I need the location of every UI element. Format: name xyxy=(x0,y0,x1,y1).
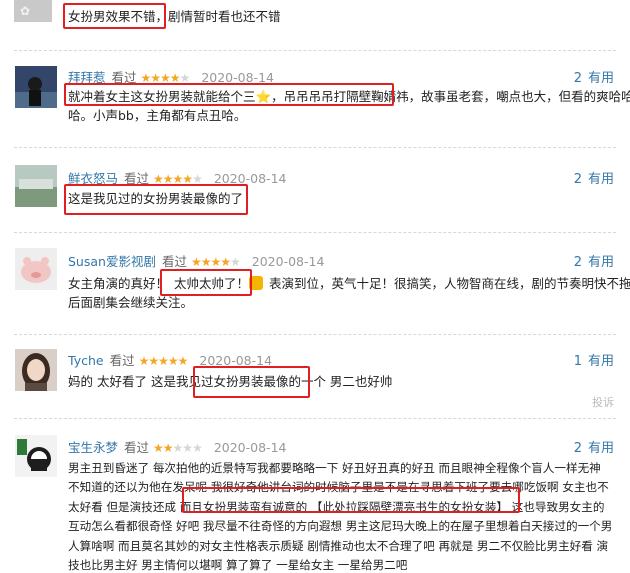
useful-count: 2 xyxy=(573,255,582,270)
review-date: 2020-08-14 xyxy=(251,254,325,269)
review-content: 女扮男效果不错，剧情暂时看也还不错 xyxy=(68,9,281,24)
review-meta: 拜拜惹 看过 ★★★★★ 2020-08-14 xyxy=(68,67,274,85)
report-link[interactable]: 投诉 xyxy=(592,394,614,410)
rating-stars: ★★★★★ xyxy=(190,255,241,269)
useful-count: 2 xyxy=(573,441,582,456)
username-link[interactable]: Tyche xyxy=(68,353,104,368)
rating-stars: ★★★★★ xyxy=(153,441,203,455)
review-meta: Tyche 看过 ★★★★★ 2020-08-14 xyxy=(68,350,272,368)
review-date: 2020-08-14 xyxy=(213,171,287,186)
avatar-image xyxy=(15,165,57,207)
avatar[interactable]: ✿ xyxy=(14,0,52,22)
review-content: 就冲着女主这女扮男装就能给个三⭐，吊吊吊吊打隔壁鞠婧祎，故事虽老套，嘲点也大，但… xyxy=(68,89,630,123)
watched-label: 看过 xyxy=(124,440,150,455)
useful-button[interactable]: 2 有用 xyxy=(574,251,614,270)
username-link[interactable]: 拜拜惹 xyxy=(68,70,106,85)
useful-count: 2 xyxy=(573,172,582,187)
review-meta: 鲜衣怒马 看过 ★★★★★ 2020-08-14 xyxy=(68,168,286,186)
useful-label: 有用 xyxy=(587,71,614,86)
watched-label: 看过 xyxy=(124,171,150,186)
useful-label: 有用 xyxy=(587,354,614,369)
avatar-glyph: ✿ xyxy=(20,4,31,18)
useful-button[interactable]: 2 有用 xyxy=(574,168,614,187)
username-link[interactable]: 鲜衣怒马 xyxy=(68,171,118,186)
divider xyxy=(14,50,616,51)
username-link[interactable]: 宝生永梦 xyxy=(68,440,118,455)
review-content: 女主角演的真好！ 太帅太帅了！ 表演到位，英气十足！很搞笑，人物智商在线，剧的节奏明… xyxy=(68,276,630,310)
avatar-image xyxy=(15,435,57,477)
rating-stars: ★★★★★ xyxy=(153,172,203,186)
useful-label: 有用 xyxy=(587,441,614,456)
avatar[interactable] xyxy=(15,66,57,108)
review-meta: Susan爱影视剧 看过 ★★★★★ 2020-08-14 xyxy=(68,251,324,269)
review-date: 2020-08-14 xyxy=(199,353,273,368)
review-meta: 宝生永梦 看过 ★★★★★ 2020-08-14 xyxy=(68,437,286,455)
watched-label: 看过 xyxy=(111,70,137,85)
divider xyxy=(14,147,616,148)
rating-stars: ★★★★★ xyxy=(140,71,191,85)
useful-button[interactable]: 2 有用 xyxy=(574,437,614,456)
avatar-image xyxy=(15,248,57,290)
divider xyxy=(14,418,616,419)
review-content: 男主丑到昏迷了 每次拍他的近景特写我都要略略一下 好丑好丑真的好丑 而且眼神全程… xyxy=(68,461,613,573)
review-date: 2020-08-14 xyxy=(201,70,274,85)
divider xyxy=(14,232,616,233)
rating-stars: ★★★★★ xyxy=(138,354,189,368)
star-emoji-icon: ⭐ xyxy=(255,89,272,104)
useful-label: 有用 xyxy=(587,172,614,187)
review-content: 这是我见过的女扮男装最像的了 xyxy=(68,191,244,206)
review-content: 妈的 太好看了 这是我见过女扮男装最像的一个 男二也好帅 xyxy=(68,374,393,389)
useful-count: 2 xyxy=(573,71,582,86)
watched-label: 看过 xyxy=(109,353,135,368)
avatar[interactable] xyxy=(15,248,57,290)
useful-button[interactable]: 1 有用 xyxy=(574,350,614,369)
username-link[interactable]: Susan爱影视剧 xyxy=(68,254,156,269)
useful-count: 1 xyxy=(573,354,582,369)
avatar[interactable] xyxy=(15,349,57,391)
review-date: 2020-08-14 xyxy=(213,440,287,455)
avatar-image xyxy=(15,66,57,108)
thumbs-up-icon xyxy=(249,276,264,290)
avatar-image xyxy=(15,349,57,391)
useful-button[interactable]: 2 有用 xyxy=(574,67,614,86)
divider xyxy=(14,334,616,335)
watched-label: 看过 xyxy=(161,254,187,269)
avatar[interactable] xyxy=(15,435,57,477)
useful-label: 有用 xyxy=(587,255,614,270)
avatar[interactable] xyxy=(15,165,57,207)
